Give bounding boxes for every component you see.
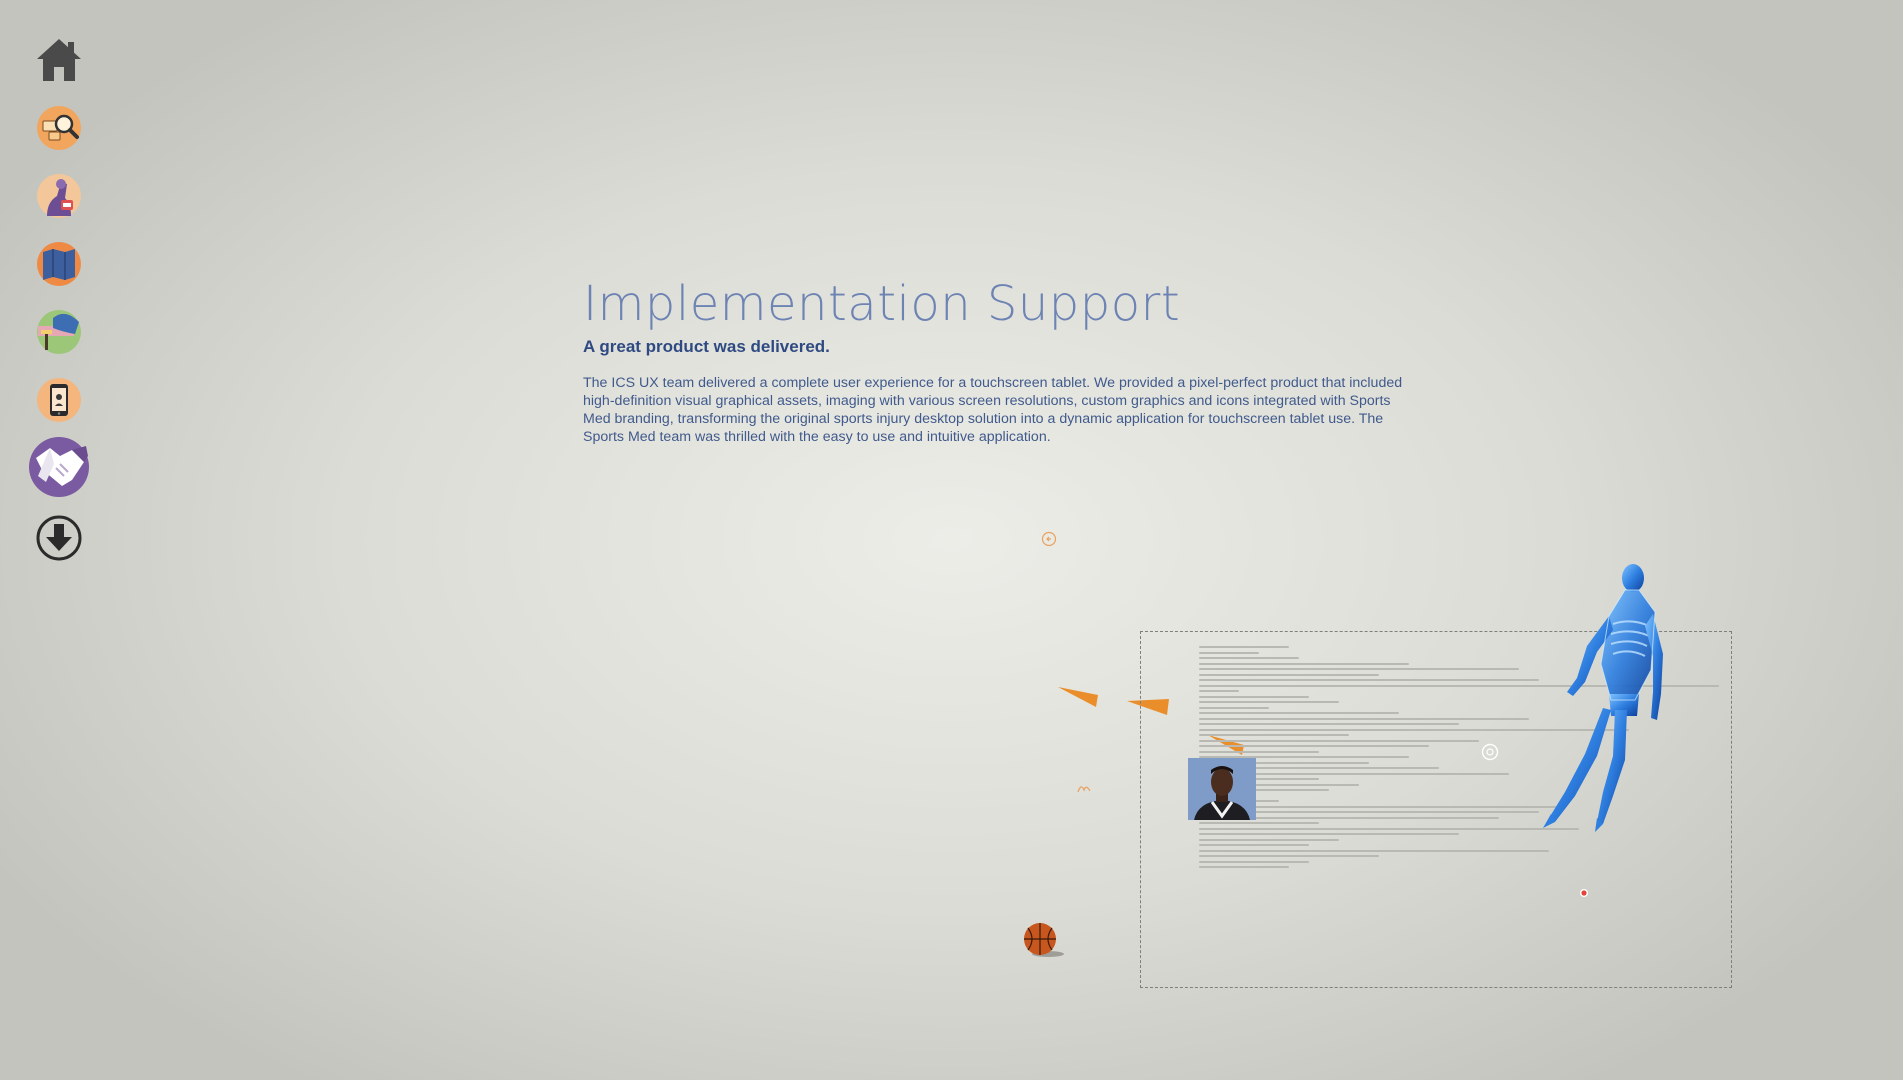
page-description: The ICS UX team delivered a complete use… (583, 375, 1403, 445)
nav-home[interactable] (29, 30, 89, 90)
shard-shape (1058, 685, 1100, 712)
nav-mobile[interactable] (29, 370, 89, 430)
microscope-icon (35, 172, 83, 220)
settings-icon (1481, 743, 1499, 766)
marker-dot (1579, 885, 1589, 903)
back-arrow-icon (1041, 531, 1057, 552)
nav-research[interactable] (29, 166, 89, 226)
content-section: Implementation Support A great product w… (583, 276, 1403, 446)
page-subtitle: A great product was delivered. (583, 337, 830, 356)
page-title: Implementation Support (583, 276, 1181, 332)
scribble-icon (1077, 781, 1091, 799)
map-icon (35, 240, 83, 288)
nav-download[interactable] (29, 508, 89, 568)
anatomy-figure (1515, 560, 1665, 837)
nav-design[interactable] (29, 302, 89, 362)
tablet-icon (35, 376, 83, 424)
paint-roller-icon (35, 308, 83, 356)
handshake-icon (28, 436, 90, 498)
athlete-photo (1188, 758, 1256, 820)
nav-map[interactable] (29, 234, 89, 294)
nav-search[interactable] (29, 98, 89, 158)
nav-implementation[interactable] (28, 436, 90, 498)
basketball-icon (1022, 922, 1068, 963)
search-icon (35, 104, 83, 152)
home-icon (35, 36, 83, 84)
download-icon (35, 514, 83, 562)
